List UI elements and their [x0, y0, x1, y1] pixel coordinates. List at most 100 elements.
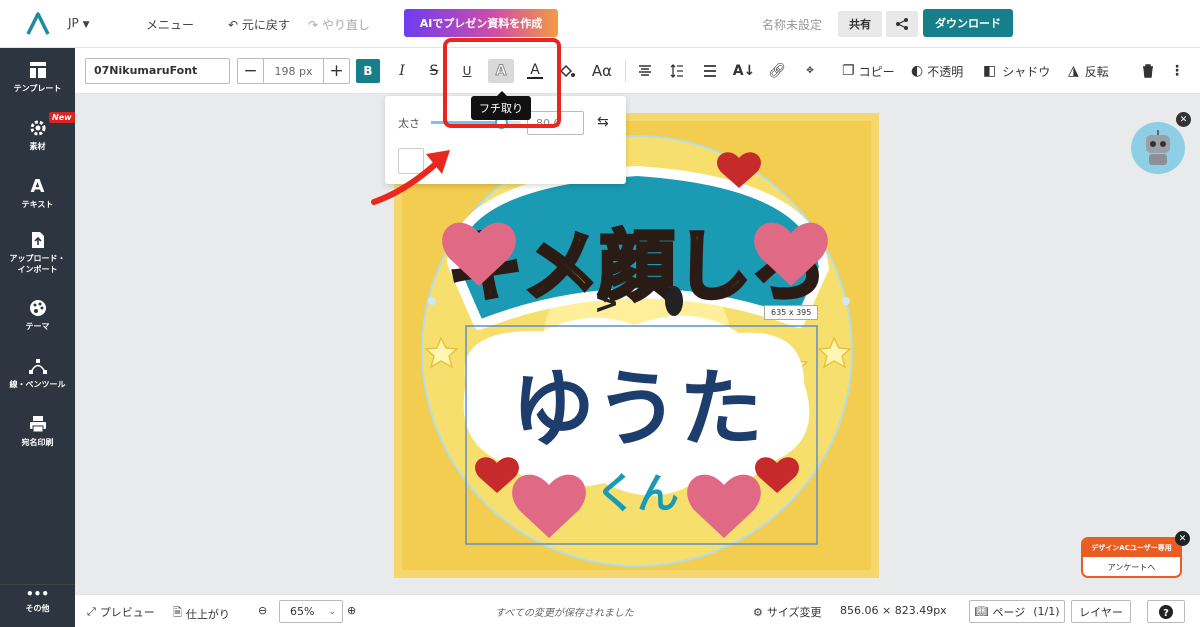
menu-button[interactable]: メニュー	[146, 16, 194, 33]
finish-label: 仕上がり	[185, 607, 230, 621]
effects-icon: ✥	[806, 65, 814, 76]
case-toggle-button[interactable]: Aα	[590, 59, 614, 83]
sidebar-item-text[interactable]: A テキスト	[0, 176, 75, 210]
preview-button[interactable]: ⤢ プレビュー	[87, 604, 155, 620]
robot-icon	[1146, 130, 1170, 165]
sidebar-divider	[0, 584, 75, 585]
text-toolbar: 07NikumaruFont − 198 px + B I S U A A Aα…	[75, 48, 1200, 94]
increase-size-button[interactable]: +	[324, 59, 349, 83]
zoom-in-button[interactable]: ⊕	[347, 604, 356, 617]
new-badge: New	[49, 112, 75, 123]
sidebar-item-more[interactable]: ••• その他	[0, 587, 75, 614]
font-size-stepper: − 198 px +	[237, 58, 350, 84]
language-select[interactable]: JP ▼	[68, 16, 90, 30]
help-icon: ?	[1159, 604, 1173, 619]
sidebar-item-label: 線・ペンツール	[9, 380, 66, 389]
text-direction-button[interactable]: A↓	[732, 59, 756, 83]
svg-text:?: ?	[1163, 608, 1169, 619]
more-icon: •••	[25, 587, 49, 601]
sidebar-item-theme[interactable]: テーマ	[0, 298, 75, 332]
align-center-icon	[639, 65, 651, 76]
sidebar-item-label: 素材	[29, 142, 46, 151]
zoom-value: 65%	[290, 605, 315, 618]
survey-button[interactable]: アンケートへ	[1083, 557, 1180, 576]
pen-tool-icon	[28, 356, 48, 376]
redo-label: やり直し	[321, 18, 370, 32]
survey-title: デザインACユーザー専用	[1083, 539, 1180, 557]
share-link-button[interactable]	[886, 11, 918, 37]
link-icon: 🔗︎	[768, 63, 786, 79]
gear-icon	[29, 118, 47, 138]
effects-button[interactable]: ✥	[802, 59, 818, 83]
copy-button[interactable]: ❐ コピー	[842, 59, 895, 83]
text-direction-icon: A↓	[732, 63, 756, 79]
document-name[interactable]: 名称未設定	[762, 16, 822, 33]
sidebar-item-upload[interactable]: アップロード・ インポート	[0, 230, 75, 275]
sidebar-item-pen-tool[interactable]: 線・ペンツール	[0, 356, 75, 390]
redo-button[interactable]: ↷ やり直し	[308, 16, 370, 33]
zoom-select[interactable]: 65% ⌄	[279, 600, 343, 623]
logo-icon	[25, 12, 50, 35]
close-icon[interactable]: ✕	[1176, 112, 1191, 127]
page-label: ページ	[992, 605, 1026, 619]
text-icon: A	[30, 175, 45, 197]
font-family-select[interactable]: 07NikumaruFont	[85, 58, 230, 84]
resize-button[interactable]: ⚙ サイズ変更	[753, 604, 822, 620]
delete-button[interactable]	[1140, 59, 1156, 83]
sidebar-item-label: 宛名印刷	[21, 438, 54, 447]
design-name-text[interactable]: ゆうた	[511, 360, 763, 458]
page-count: (1/1)	[1033, 605, 1060, 618]
opacity-button[interactable]: ◐ 不透明	[911, 59, 963, 83]
survey-widget: デザインACユーザー専用 アンケートへ	[1081, 537, 1182, 578]
line-spacing-icon	[670, 64, 683, 78]
assistant-avatar[interactable]	[1131, 122, 1185, 174]
strikethrough-button[interactable]: S	[427, 59, 441, 83]
shadow-icon: ◧	[983, 63, 997, 79]
undo-button[interactable]: ↶ 元に戻す	[228, 16, 290, 33]
resize-label: サイズ変更	[766, 606, 822, 619]
sidebar-item-template[interactable]: テンプレート	[0, 60, 75, 94]
selection-handle[interactable]	[428, 297, 436, 305]
flip-button[interactable]: ◮ 反転	[1068, 59, 1109, 83]
share-button[interactable]: 共有	[838, 11, 882, 37]
design-suffix-text[interactable]: くん	[595, 469, 679, 518]
line-spacing-button[interactable]	[669, 59, 685, 83]
open-eye	[665, 286, 683, 316]
decrease-size-button[interactable]: −	[238, 59, 263, 83]
preview-label: プレビュー	[99, 606, 155, 619]
bottom-bar: ⤢ プレビュー 🗎︎ 仕上がり ⊖ 65% ⌄ ⊕ すべての変更が保存されました ⚙ サ…	[75, 594, 1200, 627]
zoom-out-button[interactable]: ⊖	[258, 604, 267, 617]
shadow-button[interactable]: ◧ シャドウ	[983, 59, 1050, 83]
download-button[interactable]: ダウンロード	[923, 9, 1013, 37]
sidebar-item-label: その他	[25, 604, 50, 613]
sidebar-item-materials[interactable]: 素材	[0, 118, 75, 152]
layer-button[interactable]: レイヤー	[1071, 600, 1131, 623]
copy-icon: ❐	[842, 63, 855, 79]
swap-icon[interactable]: ⇆	[597, 114, 609, 130]
sidebar-item-address-print[interactable]: 宛名印刷	[0, 414, 75, 448]
template-icon	[29, 60, 47, 80]
annotation-arrow	[371, 150, 450, 205]
help-button[interactable]: ?	[1147, 600, 1185, 623]
chevron-down-icon: ▼	[82, 20, 90, 30]
shadow-label: シャドウ	[1002, 64, 1051, 79]
page-button[interactable]: 📖︎ ページ (1/1)	[969, 600, 1065, 623]
bold-button[interactable]: B	[356, 59, 380, 83]
book-icon: 📖︎	[974, 605, 989, 618]
annotation-highlight-box	[443, 38, 561, 128]
list-button[interactable]	[702, 59, 718, 83]
redo-icon: ↷	[308, 18, 319, 32]
finish-button[interactable]: 🗎︎ 仕上がり	[173, 604, 230, 623]
ai-presentation-button[interactable]: AIでプレゼン資料を作成	[404, 9, 558, 37]
selection-handle[interactable]	[842, 297, 850, 305]
flip-label: 反転	[1084, 64, 1109, 79]
font-size-input[interactable]: 198 px	[263, 59, 324, 83]
wink-eye: >	[594, 286, 619, 321]
more-options-button[interactable]: ⋮	[1170, 59, 1184, 83]
app-logo[interactable]	[0, 0, 75, 48]
close-icon[interactable]: ✕	[1175, 531, 1190, 546]
italic-button[interactable]: I	[395, 59, 409, 83]
link-button[interactable]: 🔗︎	[768, 59, 786, 83]
opacity-label: 不透明	[927, 64, 964, 79]
align-button[interactable]	[637, 59, 653, 83]
